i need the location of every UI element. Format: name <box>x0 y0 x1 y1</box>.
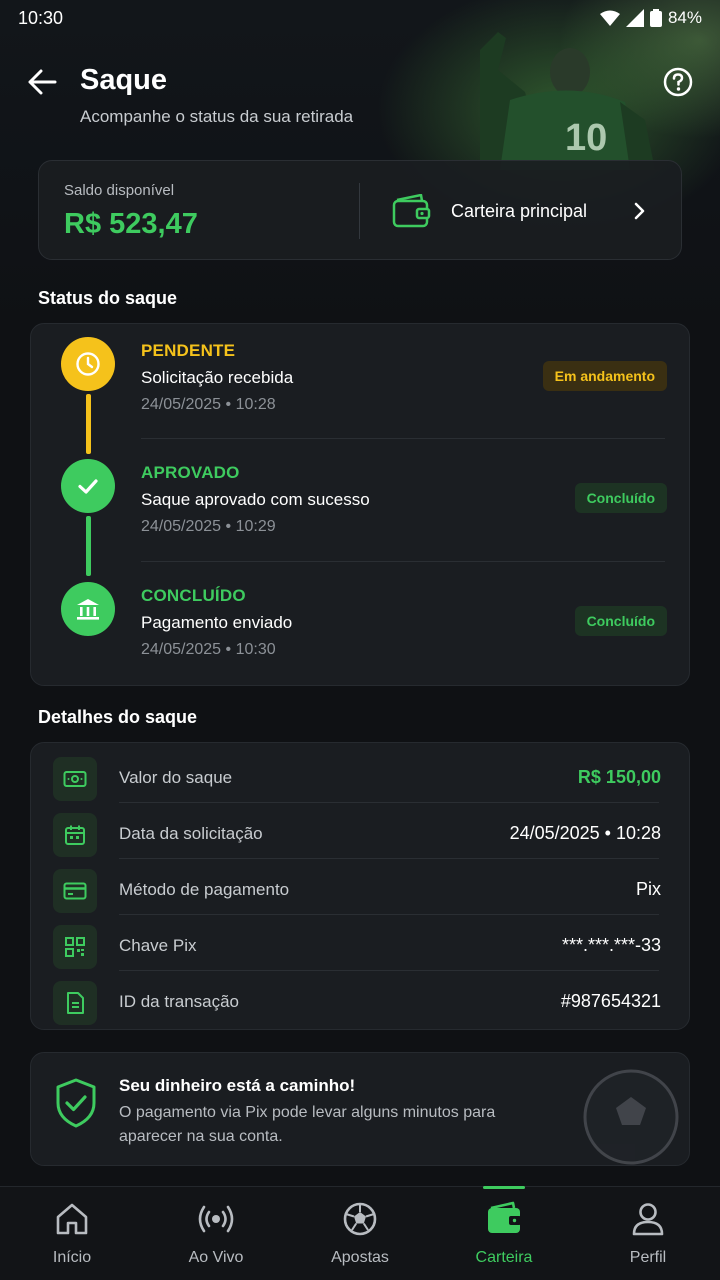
home-icon <box>56 1203 88 1235</box>
status-bar: 10:30 84% <box>0 0 720 36</box>
soccer-ball-icon <box>343 1202 377 1236</box>
info-text: O pagamento via Pix pode levar alguns mi… <box>119 1104 496 1145</box>
status-timeline-card: PENDENTE Solicitação recebida 24/05/2025… <box>30 323 690 686</box>
nav-label: Início <box>52 1249 92 1266</box>
clock-icon <box>61 337 115 391</box>
shield-check-icon <box>56 1078 96 1128</box>
wallet-selector[interactable]: Carteira principal <box>391 187 661 235</box>
bottom-nav: Início Ao Vivo Apostas Carteira Perfil <box>0 1186 720 1280</box>
page-title: Saque <box>80 64 168 96</box>
nav-label: Ao Vivo <box>188 1249 244 1266</box>
detail-label: Data da solicitação <box>119 824 263 843</box>
status-step-pending: PENDENTE Solicitação recebida 24/05/2025… <box>31 324 691 446</box>
nav-label: Perfil <box>629 1249 667 1266</box>
step-title: APROVADO <box>141 463 240 482</box>
nav-label: Apostas <box>331 1249 389 1266</box>
step-title: PENDENTE <box>141 341 236 360</box>
detail-row-transaction-id: ID da transação #987654321 <box>31 971 691 1027</box>
signal-icon <box>625 9 644 27</box>
detail-label: ID da transação <box>119 992 240 1011</box>
battery-icon <box>649 9 662 27</box>
info-card: Seu dinheiro está a caminho! O pagamento… <box>30 1052 690 1166</box>
detail-row-method: Método de pagamento Pix <box>31 859 691 915</box>
payment-method: Pix <box>635 879 661 899</box>
step-title: CONCLUÍDO <box>141 586 246 605</box>
step-date: 24/05/2025 • 10:29 <box>141 518 276 535</box>
active-indicator <box>483 1186 525 1189</box>
info-title: Seu dinheiro está a caminho! <box>119 1076 356 1095</box>
cash-icon <box>53 757 97 801</box>
status-step-completed: CONCLUÍDO Pagamento enviado 24/05/2025 •… <box>31 569 691 691</box>
wifi-icon <box>599 10 620 26</box>
transaction-id: #987654321 <box>560 991 661 1011</box>
battery-level: 84% <box>667 8 702 27</box>
status-section-title: Status do saque <box>38 288 178 308</box>
detail-label: Chave Pix <box>119 936 197 955</box>
balance-value: R$ 523,47 <box>64 208 198 240</box>
chevron-right-icon <box>634 202 645 220</box>
status-badge-completed: Concluído <box>574 483 667 513</box>
help-icon <box>663 67 693 97</box>
pix-key: ***.***.***-33 <box>561 935 661 955</box>
step-description: Saque aprovado com sucesso <box>141 490 370 509</box>
balance-divider <box>359 183 360 239</box>
step-description: Pagamento enviado <box>141 613 293 632</box>
step-description: Solicitação recebida <box>141 368 294 387</box>
page-header: Saque Acompanhe o status da sua retirada <box>0 56 720 146</box>
card-icon <box>53 869 97 913</box>
nav-item-bets[interactable]: Apostas <box>288 1187 432 1280</box>
qr-code-icon <box>53 925 97 969</box>
help-button[interactable] <box>660 64 696 100</box>
back-button[interactable] <box>24 64 60 100</box>
wallet-icon <box>488 1201 521 1233</box>
detail-row-pix-key: Chave Pix ***.***.***-33 <box>31 915 691 971</box>
nav-item-live[interactable]: Ao Vivo <box>144 1187 288 1280</box>
status-time: 10:30 <box>18 7 64 28</box>
user-icon <box>632 1203 664 1236</box>
page-subtitle: Acompanhe o status da sua retirada <box>80 107 354 126</box>
status-badge-in-progress: Em andamento <box>542 361 667 391</box>
detail-row-amount: Valor do saque R$ 150,00 <box>31 747 691 803</box>
details-card: Valor do saque R$ 150,00 Data da solicit… <box>30 742 690 1030</box>
step-date: 24/05/2025 • 10:28 <box>141 396 276 413</box>
nav-item-wallet[interactable]: Carteira <box>432 1186 576 1280</box>
nav-item-home[interactable]: Início <box>0 1187 144 1280</box>
soccer-ball-decoration <box>583 1069 679 1165</box>
status-icons: 84% <box>599 8 702 28</box>
step-date: 24/05/2025 • 10:30 <box>141 641 276 658</box>
status-step-approved: APROVADO Saque aprovado com sucesso 24/0… <box>31 446 691 568</box>
step-divider <box>141 561 665 562</box>
nav-item-profile[interactable]: Perfil <box>576 1187 720 1280</box>
request-date: 24/05/2025 • 10:28 <box>509 823 661 843</box>
balance-card: Saldo disponível R$ 523,47 Carteira prin… <box>38 160 682 260</box>
bank-icon <box>61 582 115 636</box>
live-icon <box>198 1205 234 1233</box>
wallet-icon <box>392 194 431 228</box>
nav-label: Carteira <box>475 1249 533 1266</box>
check-icon <box>61 459 115 513</box>
document-icon <box>53 981 97 1025</box>
withdraw-amount: R$ 150,00 <box>577 767 661 787</box>
wallet-label: Carteira principal <box>451 200 588 221</box>
status-badge-completed: Concluído <box>574 606 667 636</box>
detail-label: Método de pagamento <box>119 880 290 899</box>
calendar-icon <box>53 813 97 857</box>
arrow-left-icon <box>28 69 57 95</box>
detail-row-date: Data da solicitação 24/05/2025 • 10:28 <box>31 803 691 859</box>
detail-label: Valor do saque <box>119 768 233 787</box>
balance-label: Saldo disponível <box>64 182 175 199</box>
step-divider <box>141 438 665 439</box>
details-section-title: Detalhes do saque <box>38 707 198 727</box>
